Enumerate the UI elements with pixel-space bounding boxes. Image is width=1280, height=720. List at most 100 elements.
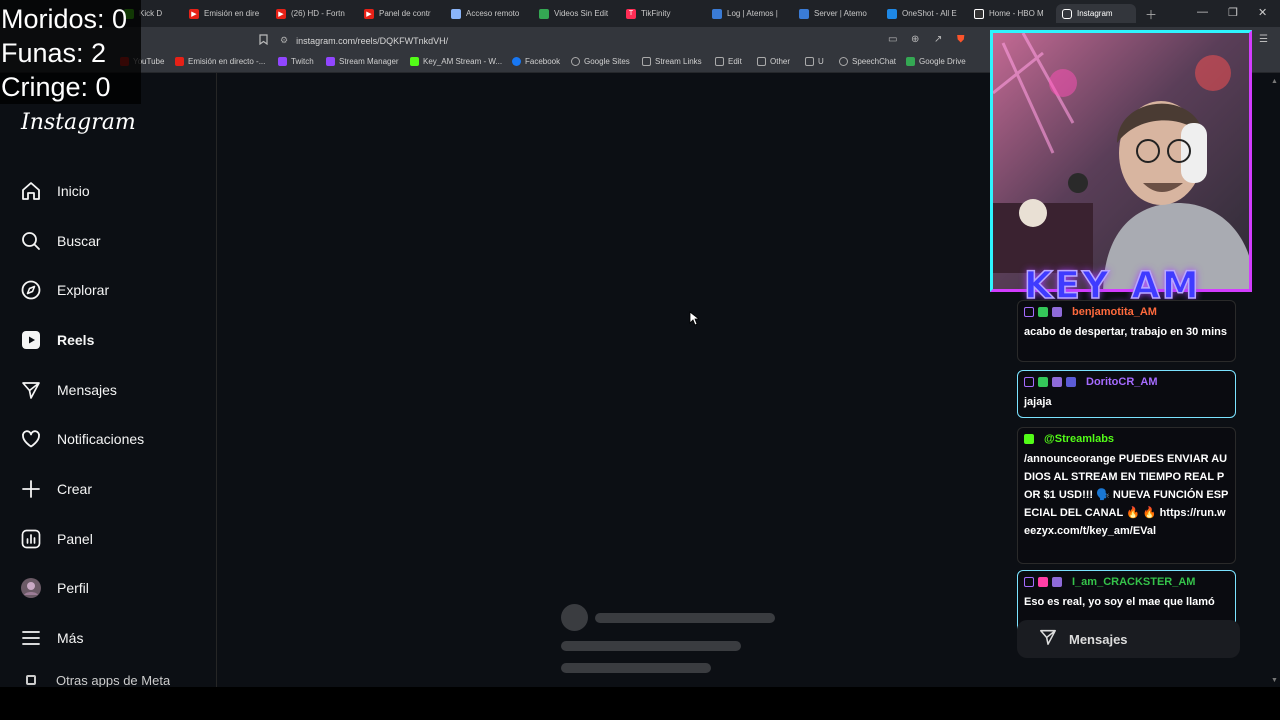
browser-tab-bar: Kick D ▶ Emisión en dire ▶ (26) HD - Fortn… xyxy=(0,0,1280,27)
instagram-sidebar: Instagram Inicio Buscar Explorar Reels M… xyxy=(0,73,217,687)
skeleton-line xyxy=(561,641,741,651)
tab-server-atemos[interactable]: Server | Atemo xyxy=(793,4,879,23)
chat-text: /announceorange PUEDES ENVIAR AUDIOS AL … xyxy=(1024,453,1229,537)
sub-badge-icon xyxy=(1052,577,1062,587)
folder-icon xyxy=(805,57,814,66)
sub-badge-icon xyxy=(1052,307,1062,317)
bookmark-speechchat[interactable]: SpeechChat xyxy=(839,57,896,66)
cast-icon[interactable]: ▭ xyxy=(888,34,897,45)
verified-badge-icon xyxy=(1038,307,1048,317)
tab-log-atemos[interactable]: Log | Atemos | xyxy=(706,4,792,23)
tab-videos[interactable]: Videos Sin Edit xyxy=(533,4,619,23)
bookmark-stream-links[interactable]: Stream Links xyxy=(642,57,702,66)
atemos-icon xyxy=(799,8,809,19)
tab-tikfinity[interactable]: T TikFinity xyxy=(620,4,706,23)
nav-mas[interactable]: Más xyxy=(20,625,83,651)
compass-icon xyxy=(20,279,42,301)
site-info-icon[interactable]: ⚙ xyxy=(280,35,288,46)
bookmark-u[interactable]: U xyxy=(805,57,824,66)
menu-icon xyxy=(20,627,42,649)
folder-icon xyxy=(642,57,651,66)
chat-username: DoritoCR_AM xyxy=(1086,376,1158,388)
chat-message: @Streamlabs /announceorange PUEDES ENVIA… xyxy=(1017,427,1236,564)
skeleton-line xyxy=(561,663,711,673)
tab-hbo[interactable]: Home - HBO M xyxy=(968,4,1054,23)
share-icon[interactable]: ↗ xyxy=(934,34,942,45)
scroll-up-icon[interactable]: ▲ xyxy=(1271,78,1278,85)
tab-panel[interactable]: ▶ Panel de contr xyxy=(358,4,444,23)
youtube-icon: ▶ xyxy=(276,8,286,19)
bookmark-icon[interactable] xyxy=(259,34,268,48)
chat-message: benjamotita_AM acabo de despertar, traba… xyxy=(1017,300,1236,362)
instagram-logo[interactable]: Instagram xyxy=(21,110,136,135)
maximize-icon[interactable]: ❐ xyxy=(1228,6,1238,19)
bookmark-key-am-stream[interactable]: Key_AM Stream - W... xyxy=(410,57,502,66)
nav-panel[interactable]: Panel xyxy=(20,526,93,552)
twitch-icon xyxy=(278,57,287,66)
sub-badge-icon xyxy=(1052,377,1062,387)
nav-perfil[interactable]: Perfil xyxy=(20,575,89,601)
bookmark-facebook[interactable]: Facebook xyxy=(512,57,560,66)
messages-button[interactable]: Mensajes xyxy=(1017,620,1240,658)
heart-icon xyxy=(20,428,42,450)
chat-message: DoritoCR_AM jajaja xyxy=(1017,370,1236,418)
facebook-icon xyxy=(512,57,521,66)
nav-explorar[interactable]: Explorar xyxy=(20,277,109,303)
youtube-icon: ▶ xyxy=(189,8,199,19)
kick-badge-icon xyxy=(1024,434,1034,444)
heart-badge-icon xyxy=(1038,577,1048,587)
bookmark-google-sites[interactable]: Google Sites xyxy=(571,57,630,66)
chat-text: acabo de despertar, trabajo en 30 mins xyxy=(1024,326,1227,338)
bookmark-emision[interactable]: Emisión en directo -... xyxy=(175,57,265,66)
url-field[interactable]: ⚙ instagram.com/reels/DQKFWTnkdVH/ xyxy=(280,32,980,49)
twitch-badge-icon xyxy=(1024,307,1034,317)
nav-notificaciones[interactable]: Notificaciones xyxy=(20,426,144,452)
chart-icon xyxy=(20,528,42,550)
bookmark-google-drive[interactable]: Google Drive xyxy=(906,57,966,66)
globe-icon xyxy=(571,57,580,66)
brave-shield-icon[interactable]: ⛊ xyxy=(957,34,965,45)
close-window-icon[interactable]: ✕ xyxy=(1258,6,1267,19)
letterbox-bar xyxy=(0,687,1280,720)
new-tab-icon[interactable]: ＋ xyxy=(1145,6,1157,23)
zoom-icon[interactable]: ⊕ xyxy=(911,34,919,45)
verified-badge-icon xyxy=(1038,377,1048,387)
folder-icon xyxy=(757,57,766,66)
menu-icon[interactable]: ☰ xyxy=(1259,34,1268,45)
page-scrollbar[interactable]: ▲ ▼ xyxy=(1268,73,1280,687)
folder-icon xyxy=(715,57,724,66)
youtube-icon xyxy=(175,57,184,66)
chat-text: jajaja xyxy=(1024,396,1052,408)
minimize-icon[interactable]: — xyxy=(1197,6,1208,18)
tab-oneshot[interactable]: OneShot - All E xyxy=(881,4,967,23)
chat-username: benjamotita_AM xyxy=(1072,306,1157,318)
tab-instagram[interactable]: Instagram✕ xyxy=(1056,4,1136,23)
bookmark-stream-manager[interactable]: Stream Manager xyxy=(326,57,399,66)
counter-funas: Funas: 2 xyxy=(1,38,107,68)
drive-icon xyxy=(539,8,549,19)
nav-buscar[interactable]: Buscar xyxy=(20,228,101,254)
tab-fortnite[interactable]: ▶ (26) HD - Fortn xyxy=(270,4,356,23)
moderator-badge-icon xyxy=(1066,377,1076,387)
scroll-down-icon[interactable]: ▼ xyxy=(1271,677,1278,684)
nav-reels[interactable]: Reels xyxy=(20,327,94,353)
search-icon xyxy=(20,230,42,252)
send-icon xyxy=(1039,628,1057,651)
stream-counter-overlay: Moridos: 0 Funas: 2 Cringe: 0 xyxy=(0,0,141,104)
tab-acceso-remoto[interactable]: Acceso remoto xyxy=(445,4,531,23)
bookmark-edit[interactable]: Edit xyxy=(715,57,742,66)
bookmark-other[interactable]: Other xyxy=(757,57,790,66)
oneshot-icon xyxy=(887,8,897,19)
chat-username: I_am_CRACKSTER_AM xyxy=(1072,576,1196,588)
chat-text: Eso es real, yo soy el mae que llamó xyxy=(1024,596,1215,608)
skeleton-line xyxy=(595,613,775,623)
nav-inicio[interactable]: Inicio xyxy=(20,178,90,204)
nav-crear[interactable]: Crear xyxy=(20,476,92,502)
nav-otras-apps[interactable]: Otras apps de Meta xyxy=(26,673,170,687)
tab-emision[interactable]: ▶ Emisión en dire xyxy=(183,4,269,23)
nav-mensajes[interactable]: Mensajes xyxy=(20,377,117,403)
webcam-video xyxy=(993,33,1249,289)
twitch-badge-icon xyxy=(1024,577,1034,587)
skeleton-avatar xyxy=(561,604,588,631)
bookmark-twitch[interactable]: Twitch xyxy=(278,57,314,66)
